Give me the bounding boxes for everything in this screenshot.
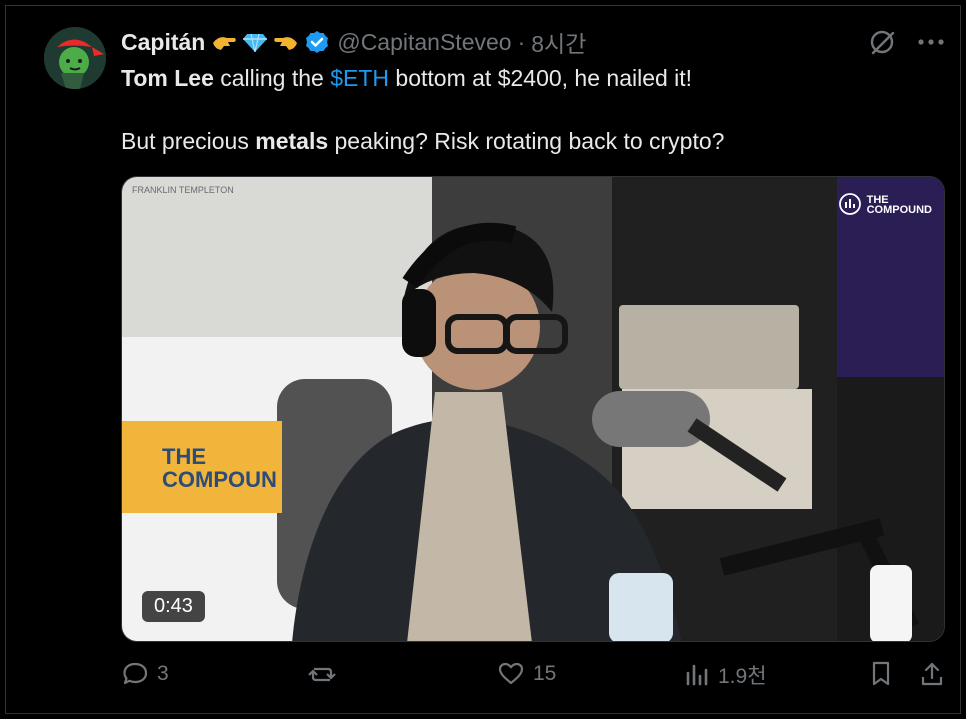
brand-logo-left: FRANKLIN TEMPLETON: [132, 185, 234, 195]
verified-badge-icon: [305, 30, 329, 54]
tweet-top-actions: [868, 28, 944, 56]
tweet-text-part-2: bottom at $2400, he nailed it!: [389, 65, 693, 91]
background-sign-line-1: THE: [162, 444, 206, 469]
hand-left-icon: [211, 32, 237, 52]
views-button[interactable]: 1.9천: [684, 660, 767, 690]
repost-button[interactable]: [307, 660, 337, 688]
views-count: 1.9천: [718, 665, 767, 688]
gem-icon: [243, 32, 268, 52]
tweet-text-part-3: But precious: [121, 128, 256, 154]
reply-count: 3: [157, 662, 169, 685]
video-frame: [122, 177, 944, 641]
grok-icon[interactable]: [868, 28, 896, 56]
brand-right-line-2: COMPOUND: [866, 204, 932, 216]
tweet-header: Capitán @CapitanSteveo · 8시간: [121, 25, 586, 59]
bookmark-button[interactable]: [869, 660, 893, 688]
tweet-text-line-2: But precious metals peaking? Risk rotati…: [121, 127, 724, 155]
brand-logo-right: THE COMPOUND: [838, 193, 932, 217]
like-count: 15: [533, 662, 557, 685]
repost-icon: [307, 660, 337, 688]
separator-dot: ·: [517, 28, 526, 55]
like-button[interactable]: 15: [497, 660, 556, 688]
tweet-text-part-1: calling the: [213, 65, 331, 91]
tweet-bold-name: Tom Lee: [121, 65, 214, 91]
share-icon: [919, 660, 945, 688]
tweet-bold-word: metals: [255, 128, 329, 154]
cashtag-link[interactable]: $ETH: [330, 65, 389, 91]
share-button[interactable]: [919, 660, 945, 688]
tweet-actions: 3 15 1.9천: [121, 660, 945, 698]
video-duration: 0:43: [142, 591, 205, 622]
avatar[interactable]: [44, 27, 106, 89]
views-icon: [684, 662, 710, 688]
compound-logo-icon: [838, 193, 861, 217]
hand-right-icon: [273, 32, 299, 52]
background-sign-line-2: COMPOUN: [162, 467, 277, 492]
tweet-text-part-4: peaking? Risk rotating back to crypto?: [328, 128, 725, 154]
heart-icon: [497, 660, 525, 688]
reply-icon: [121, 660, 149, 688]
bookmark-icon: [869, 660, 893, 688]
post-time[interactable]: 8시간: [531, 25, 586, 59]
reply-button[interactable]: 3: [121, 660, 169, 688]
author-name[interactable]: Capitán: [121, 29, 205, 56]
author-handle[interactable]: @CapitanSteveo: [337, 29, 511, 56]
tweet-text-line-1: Tom Lee calling the $ETH bottom at $2400…: [121, 64, 692, 92]
more-icon[interactable]: [918, 37, 944, 47]
background-sign: THE COMPOUN: [122, 421, 282, 513]
video-player[interactable]: FRANKLIN TEMPLETON THE COMPOUND THE COMP…: [121, 176, 945, 642]
